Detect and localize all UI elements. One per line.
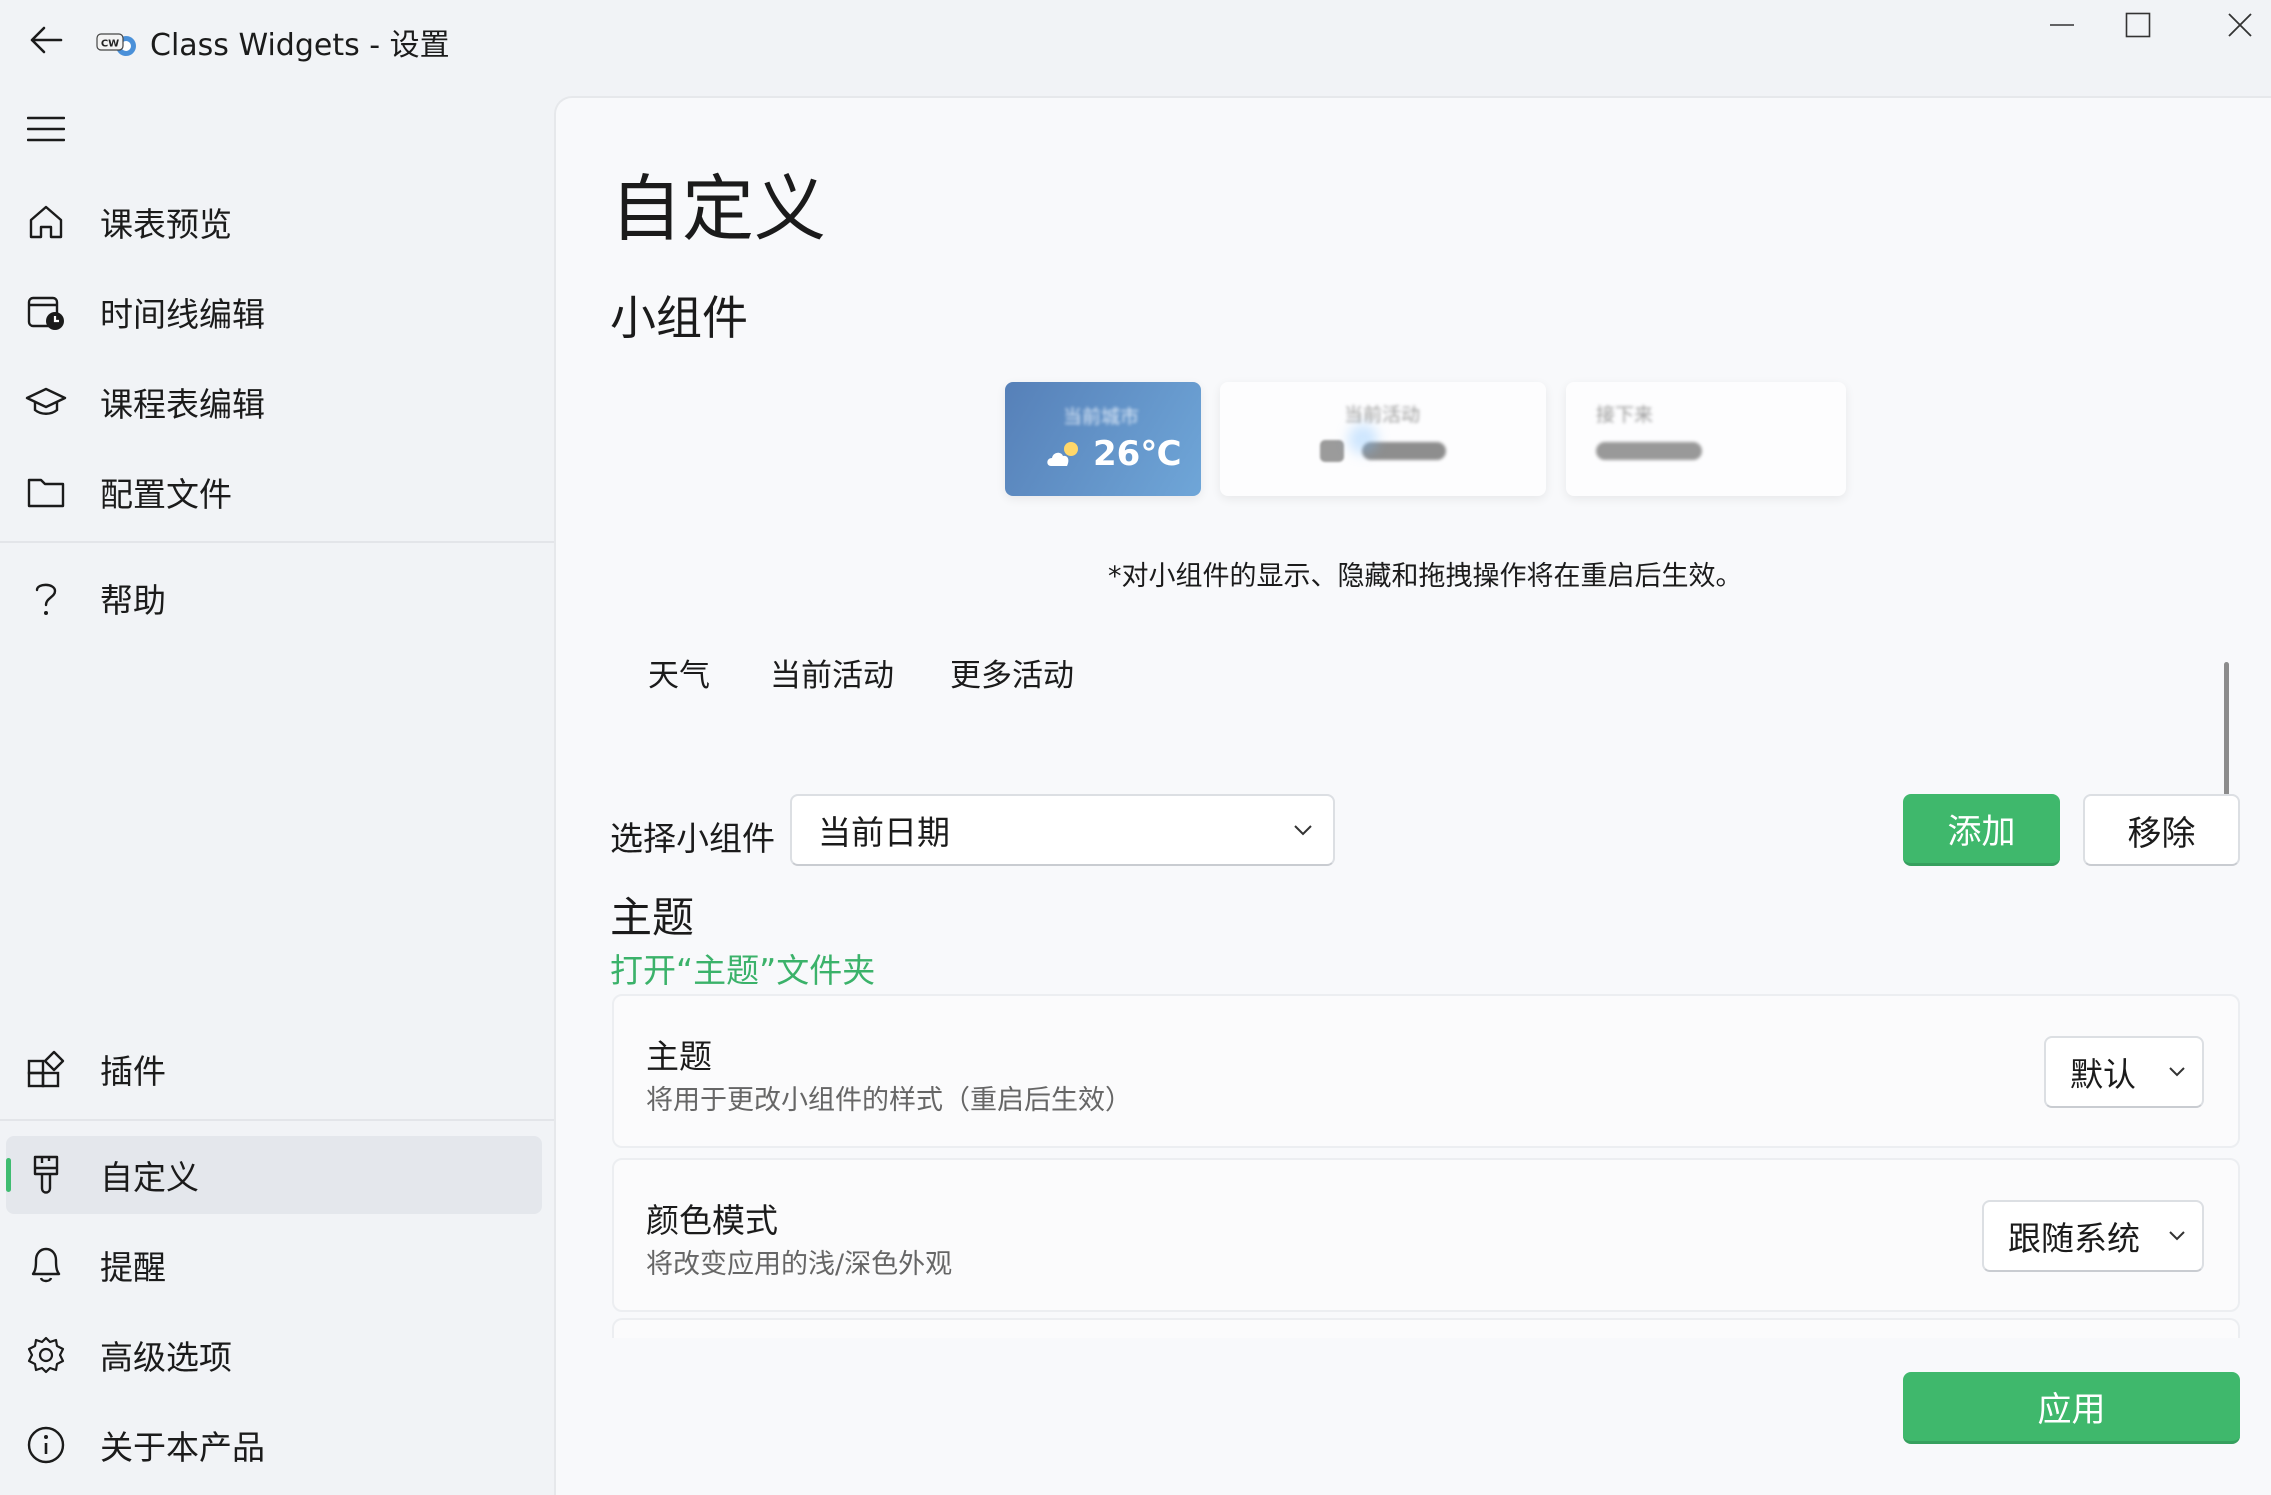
- window-title: Class Widgets - 设置: [150, 28, 450, 63]
- sidebar-item-advanced[interactable]: 高级选项: [6, 1316, 542, 1394]
- widgets-section-title: 小组件: [610, 291, 748, 345]
- sidebar-item-reminders[interactable]: 提醒: [6, 1226, 542, 1304]
- maximize-icon: [2125, 12, 2151, 38]
- next-setting-card-peek: [612, 1318, 2240, 1338]
- bell-icon: [6, 1226, 86, 1304]
- tab-current-activity[interactable]: 当前活动: [770, 650, 894, 695]
- paint-brush-icon: [6, 1136, 86, 1214]
- maximize-button[interactable]: [2088, 0, 2188, 50]
- weather-city-label: 当前城市: [1063, 406, 1140, 428]
- tab-weather[interactable]: 天气: [648, 650, 710, 695]
- color-mode-setting-card: 颜色模式 将改变应用的浅/深色外观 跟随系统: [612, 1158, 2240, 1312]
- theme-setting-card: 主题 将用于更改小组件的样式（重启后生效） 默认: [612, 994, 2240, 1148]
- calendar-clock-icon: [6, 273, 86, 351]
- weather-temperature: 26℃: [1093, 434, 1182, 474]
- next-activity-widget-preview[interactable]: 接下来: [1566, 382, 1846, 496]
- next-text-placeholder: [1596, 442, 1702, 460]
- next-activity-label: 接下来: [1596, 404, 1654, 426]
- open-theme-folder-link[interactable]: 打开“主题”文件夹: [610, 944, 875, 992]
- close-icon: [2228, 13, 2252, 37]
- back-button[interactable]: [20, 14, 72, 66]
- info-icon: [6, 1406, 86, 1484]
- select-widget-label: 选择小组件: [610, 819, 775, 858]
- home-icon: [6, 183, 86, 261]
- sidebar-divider: [0, 1119, 556, 1121]
- sidebar-item-about[interactable]: 关于本产品: [6, 1406, 542, 1484]
- gear-icon: [6, 1316, 86, 1394]
- hamburger-icon: [27, 116, 65, 142]
- question-icon: [6, 559, 86, 637]
- chevron-down-icon: [2168, 1038, 2186, 1106]
- sidebar-item-label: 配置文件: [100, 475, 232, 514]
- setting-description: 将用于更改小组件的样式（重启后生效）: [646, 1085, 1132, 1116]
- chevron-down-icon: [2168, 1202, 2186, 1270]
- folder-icon: [6, 453, 86, 531]
- sidebar-item-label: 帮助: [100, 581, 166, 620]
- sidebar-item-timeline-edit[interactable]: 时间线编辑: [6, 273, 542, 351]
- theme-select-value: 默认: [2070, 1055, 2136, 1094]
- current-activity-label: 当前活动: [1344, 404, 1421, 426]
- page-title: 自定义: [610, 167, 827, 251]
- app-logo-icon: CW: [96, 26, 138, 60]
- sidebar-item-label: 课表预览: [100, 205, 232, 244]
- weather-widget-preview[interactable]: 当前城市 26℃: [1005, 382, 1201, 496]
- sidebar-item-label: 自定义: [100, 1158, 199, 1197]
- theme-section-title: 主题: [610, 893, 695, 942]
- apply-button[interactable]: 应用: [1903, 1372, 2240, 1444]
- restart-note: *对小组件的显示、隐藏和拖拽操作将在重启后生效。: [1108, 561, 1743, 592]
- color-mode-select[interactable]: 跟随系统: [1982, 1200, 2204, 1272]
- minimize-icon: [2050, 24, 2074, 26]
- weather-cloud-sun-icon: [1045, 438, 1085, 468]
- app-logo-text: CW: [101, 39, 119, 50]
- remove-widget-button[interactable]: 移除: [2083, 794, 2240, 866]
- sidebar-item-plugins[interactable]: 插件: [6, 1030, 542, 1108]
- chevron-down-icon: [1273, 794, 1333, 866]
- current-activity-widget-preview[interactable]: 当前活动: [1220, 382, 1546, 496]
- graduation-cap-icon: [6, 363, 86, 441]
- activity-icon-placeholder: [1320, 440, 1344, 462]
- active-indicator: [6, 1158, 11, 1192]
- nav-menu-button[interactable]: [18, 106, 74, 152]
- close-button[interactable]: [2190, 0, 2271, 50]
- sidebar-item-label: 高级选项: [100, 1338, 232, 1377]
- tab-more-activities[interactable]: 更多活动: [950, 650, 1074, 695]
- sidebar-item-label: 关于本产品: [100, 1428, 265, 1467]
- sidebar-item-label: 时间线编辑: [100, 295, 265, 334]
- add-widget-button[interactable]: 添加: [1903, 794, 2060, 866]
- sidebar-divider: [0, 541, 556, 543]
- sidebar-item-course-edit[interactable]: 课程表编辑: [6, 363, 542, 441]
- widget-select[interactable]: 当前日期: [790, 794, 1335, 866]
- sidebar-item-help[interactable]: 帮助: [6, 559, 542, 637]
- sidebar-item-customize[interactable]: 自定义: [6, 1136, 542, 1214]
- widget-select-value: 当前日期: [818, 813, 950, 852]
- theme-select[interactable]: 默认: [2044, 1036, 2204, 1108]
- color-mode-select-value: 跟随系统: [2008, 1219, 2140, 1258]
- apps-add-icon: [6, 1030, 86, 1108]
- setting-title: 主题: [646, 1037, 712, 1076]
- sidebar-item-label: 插件: [100, 1052, 166, 1091]
- arrow-left-icon: [30, 26, 63, 54]
- sidebar-item-schedule-preview[interactable]: 课表预览: [6, 183, 542, 261]
- sidebar-item-config-files[interactable]: 配置文件: [6, 453, 542, 531]
- setting-description: 将改变应用的浅/深色外观: [646, 1249, 953, 1280]
- sidebar-item-label: 提醒: [100, 1248, 166, 1287]
- sidebar-item-label: 课程表编辑: [100, 385, 265, 424]
- setting-title: 颜色模式: [646, 1201, 778, 1240]
- activity-glow: [1348, 424, 1378, 454]
